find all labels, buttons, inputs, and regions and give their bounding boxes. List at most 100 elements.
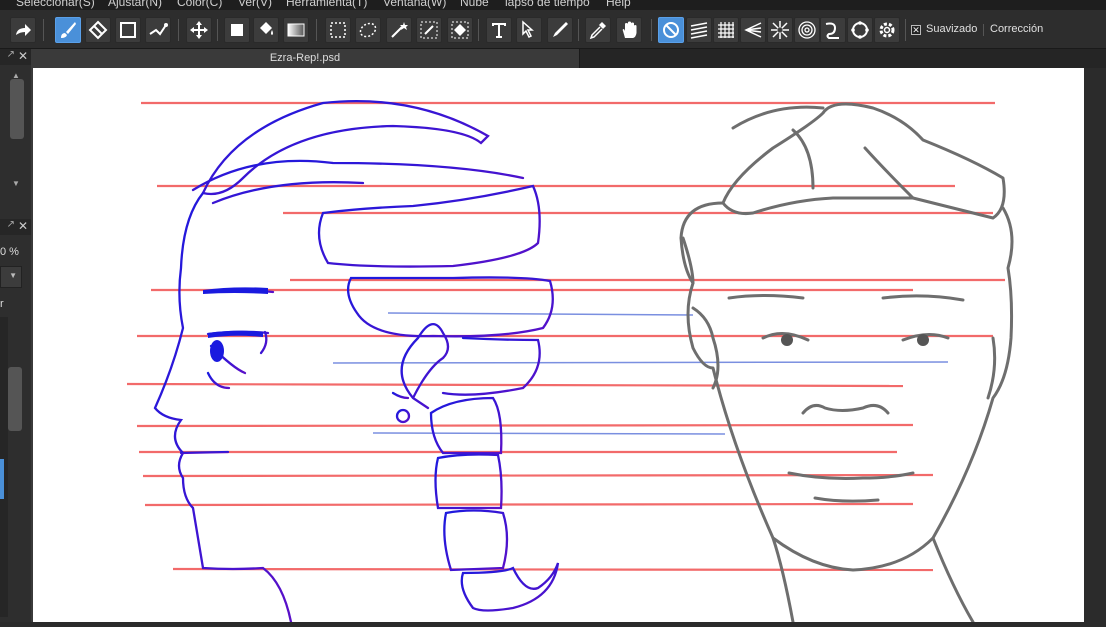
document-tab[interactable]: Ezra-Rep!.psd xyxy=(31,49,580,68)
eyedropper-tool-button[interactable] xyxy=(585,17,611,43)
eyedropper-brush-tool-button[interactable] xyxy=(547,17,573,43)
menu-lapso[interactable]: lapso de tiempo xyxy=(505,0,590,9)
blue-guides xyxy=(332,312,949,435)
vanishing-icon xyxy=(744,22,762,38)
lasso-icon xyxy=(359,22,377,38)
eraser-tool-button[interactable] xyxy=(85,17,111,43)
hand-tool-button[interactable] xyxy=(616,17,642,43)
operation-icon xyxy=(522,20,534,39)
menu-herramienta[interactable]: Herramienta(T) xyxy=(286,0,367,9)
radial-icon xyxy=(771,21,789,39)
select-eraser-tool-button[interactable] xyxy=(447,17,473,43)
panel-header: ↗ ✕ xyxy=(0,219,31,235)
toolbar-separator xyxy=(217,19,218,41)
move-tool-button[interactable] xyxy=(186,17,212,43)
concentric-icon xyxy=(798,21,816,39)
panel-header: ↗ ✕ xyxy=(0,49,31,65)
concentric-snap-button[interactable] xyxy=(794,17,820,43)
radial-snap-button[interactable] xyxy=(767,17,793,43)
drawing-canvas[interactable] xyxy=(33,68,1084,624)
left-panel: ↗ ✕ ▲ ▼ ↗ ✕ 0 % ▼ r xyxy=(0,49,31,622)
operation-tool-button[interactable] xyxy=(516,17,542,43)
select-pen-icon xyxy=(420,21,438,39)
hand-icon xyxy=(622,21,637,38)
parallel-snap-button[interactable] xyxy=(686,17,712,43)
move-icon xyxy=(190,21,208,39)
menu-ajustar[interactable]: Ajustar(N) xyxy=(108,0,162,9)
eyedropper-icon xyxy=(589,22,606,40)
toolbar-separator xyxy=(905,19,906,41)
fill-rect-icon xyxy=(231,24,243,36)
circle-icon xyxy=(851,21,869,39)
menu-bar: Seleccionar(S) Ajustar(N) Color(C) Ver(V… xyxy=(0,0,1106,10)
canvas-right-edge xyxy=(1084,68,1106,622)
close-icon[interactable]: ✕ xyxy=(18,219,28,233)
toolbar-separator xyxy=(478,19,479,41)
active-layer-marker[interactable] xyxy=(0,459,4,499)
smoothing-label[interactable]: Suavizado xyxy=(926,23,977,35)
zoom-dropdown[interactable]: ▼ xyxy=(0,266,22,288)
drawing-artwork xyxy=(126,99,1014,624)
curve-snap-button[interactable] xyxy=(820,17,846,43)
zoom-value: 0 % xyxy=(0,246,19,258)
profile-eye xyxy=(203,287,268,362)
bucket-icon xyxy=(260,22,273,35)
rectangle-icon xyxy=(120,22,136,38)
toolbar-separator xyxy=(578,19,579,41)
gradient-icon xyxy=(287,23,305,37)
popout-icon[interactable]: ↗ xyxy=(7,219,15,230)
circle-snap-button[interactable] xyxy=(847,17,873,43)
select-eraser-icon xyxy=(451,21,469,39)
grid-icon xyxy=(718,22,734,38)
layer-scrollbar[interactable] xyxy=(8,367,22,431)
brush-icon xyxy=(61,22,76,38)
menu-color[interactable]: Color(C) xyxy=(177,0,222,9)
magic-wand-icon xyxy=(391,22,408,38)
panel-label: r xyxy=(0,298,4,310)
chevron-down-icon: ▼ xyxy=(9,271,17,280)
brush-tool-button[interactable] xyxy=(55,17,81,43)
popout-icon[interactable]: ↗ xyxy=(7,49,15,60)
correction-pen-icon xyxy=(149,23,168,36)
magic-wand-tool-button[interactable] xyxy=(386,17,412,43)
select-pen-tool-button[interactable] xyxy=(416,17,442,43)
bucket-tool-button[interactable] xyxy=(253,17,279,43)
text-icon xyxy=(492,23,506,38)
redo-icon xyxy=(16,24,31,36)
correction-tool-button[interactable] xyxy=(145,17,171,43)
lasso-tool-button[interactable] xyxy=(355,17,381,43)
toolbar: ✕ Suavizado Corrección xyxy=(0,10,1106,49)
text-tool-button[interactable] xyxy=(486,17,512,43)
rectangle-tool-button[interactable] xyxy=(115,17,141,43)
snap-off-icon xyxy=(663,22,679,38)
panel-scrollbar[interactable] xyxy=(10,79,24,139)
snap-off-button[interactable] xyxy=(658,17,684,43)
scroll-down-icon[interactable]: ▼ xyxy=(12,179,20,188)
grid-snap-button[interactable] xyxy=(713,17,739,43)
toolbar-separator xyxy=(43,19,44,41)
smoothing-checkbox[interactable]: ✕ xyxy=(911,25,921,35)
gradient-tool-button[interactable] xyxy=(283,17,309,43)
redo-button[interactable] xyxy=(10,17,36,43)
fill-rect-tool-button[interactable] xyxy=(224,17,250,43)
rect-select-tool-button[interactable] xyxy=(325,17,351,43)
correction-label[interactable]: Corrección xyxy=(990,23,1043,35)
snap-settings-button[interactable] xyxy=(874,17,900,43)
menu-nube[interactable]: Nube xyxy=(460,0,489,9)
menu-seleccionar[interactable]: Seleccionar(S) xyxy=(16,0,95,9)
toolbar-separator xyxy=(178,19,179,41)
vanishing-snap-button[interactable] xyxy=(740,17,766,43)
document-tab-bar: Ezra-Rep!.psd xyxy=(31,49,1106,68)
scroll-up-icon[interactable]: ▲ xyxy=(12,71,20,80)
close-icon[interactable]: ✕ xyxy=(18,49,28,63)
menu-ventana[interactable]: Ventana(W) xyxy=(383,0,446,9)
toolbar-separator xyxy=(983,24,984,36)
toolbar-separator xyxy=(316,19,317,41)
toolbar-separator xyxy=(651,19,652,41)
menu-help[interactable]: Help xyxy=(606,0,631,9)
menu-ver[interactable]: Ver(V) xyxy=(238,0,272,9)
eraser-icon xyxy=(88,20,108,40)
curve-icon xyxy=(825,22,839,39)
parallel-icon xyxy=(690,22,708,39)
settings-icon xyxy=(879,22,895,38)
